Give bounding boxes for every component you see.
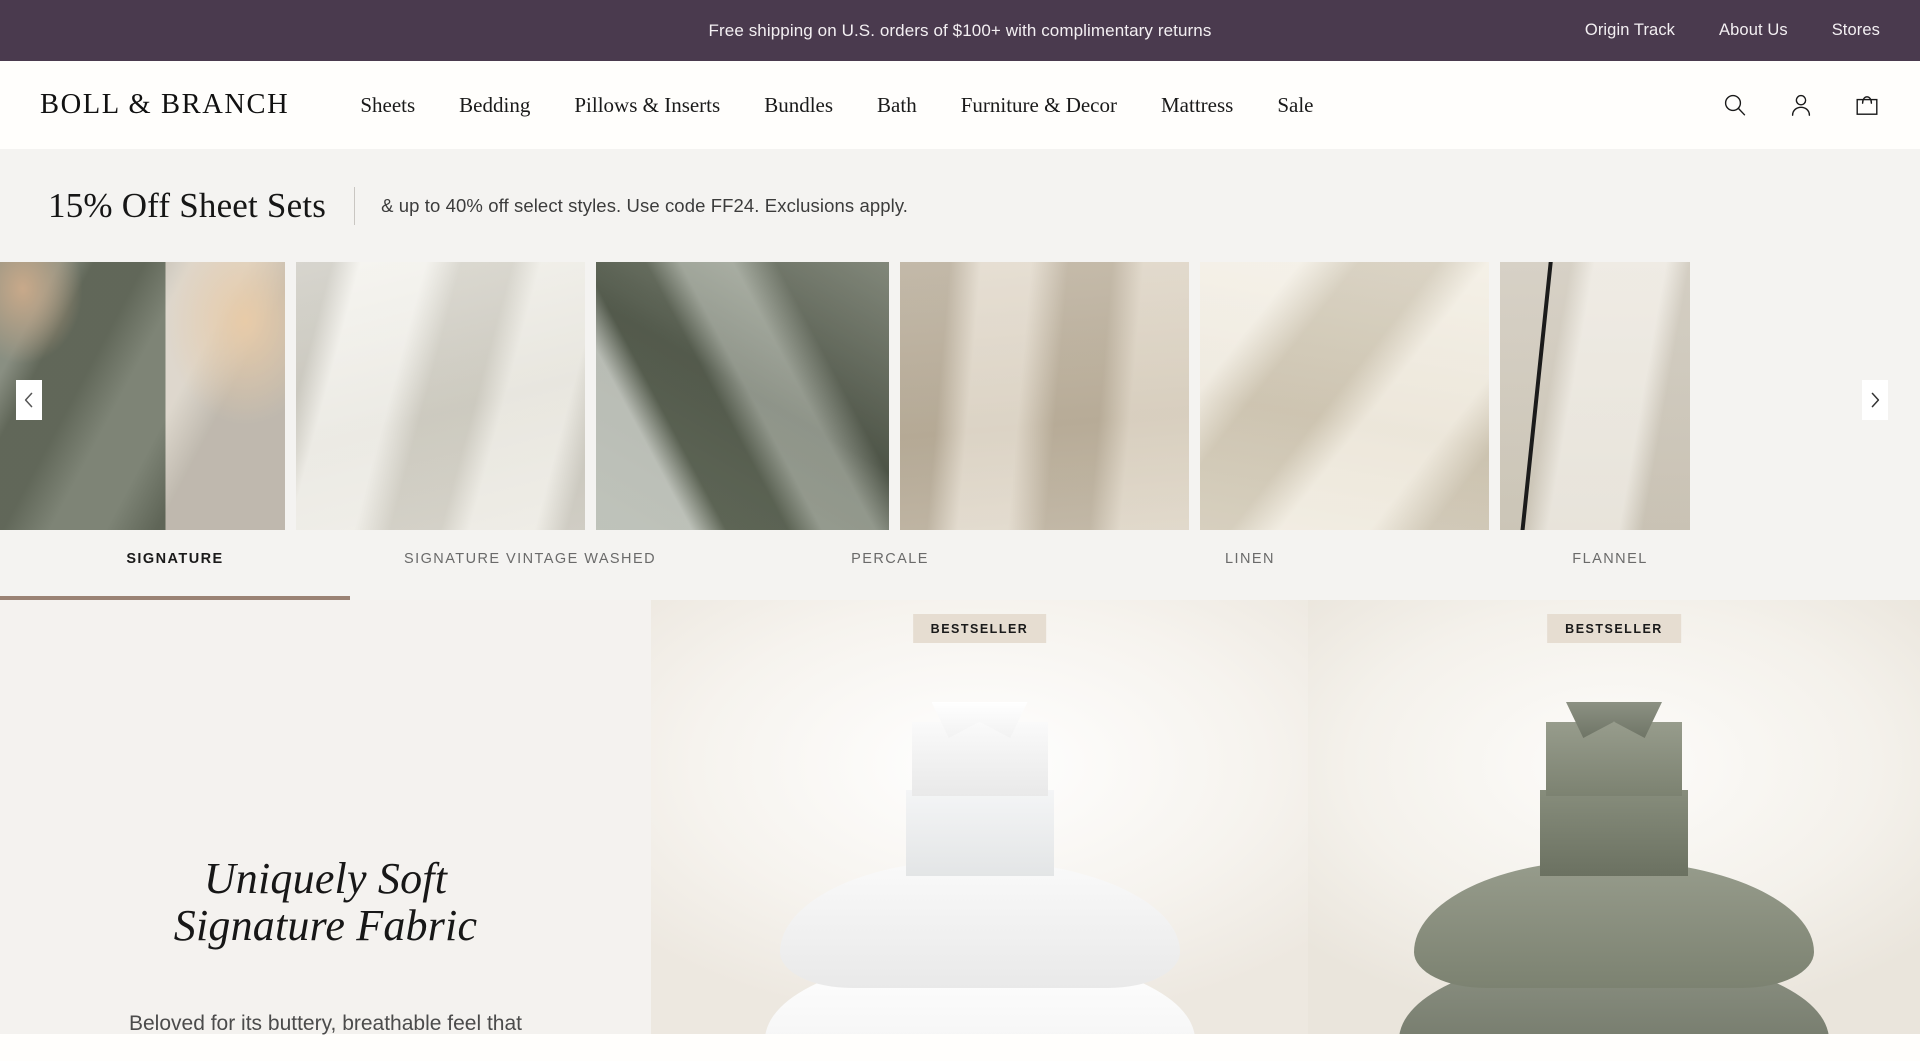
- link-stores[interactable]: Stores: [1832, 21, 1880, 40]
- next-fabric-image: [1500, 262, 1690, 530]
- product-card-sage-sheet-set[interactable]: BESTSELLER: [1308, 600, 1920, 1034]
- announcement-message: Free shipping on U.S. orders of $100+ wi…: [708, 20, 1212, 40]
- promo-banner: 15% Off Sheet Sets & up to 40% off selec…: [0, 149, 1920, 262]
- carousel-tile-signature-vintage-washed[interactable]: [296, 262, 585, 530]
- feature-section: Uniquely Soft Signature Fabric Beloved f…: [0, 600, 1920, 1035]
- feature-body-text: Beloved for its buttery, breathable feel…: [128, 1012, 522, 1035]
- carousel-tile-next-preview[interactable]: [1500, 262, 1690, 530]
- carousel-prev-button[interactable]: [16, 380, 42, 420]
- tab-percale[interactable]: PERCALE: [710, 538, 1070, 600]
- tab-signature[interactable]: SIGNATURE: [0, 538, 350, 600]
- feature-title: Uniquely Soft Signature Fabric: [0, 854, 651, 950]
- carousel-tile-signature[interactable]: [0, 262, 285, 530]
- flannel-fabric-image: [1200, 262, 1489, 530]
- linen-fabric-image: [900, 262, 1189, 530]
- white-sheet-set-photo: [651, 600, 1308, 1034]
- carousel-tile-linen[interactable]: [900, 262, 1189, 530]
- tab-linen-label: LINEN: [1225, 551, 1275, 567]
- folded-sheet-lower: [905, 790, 1054, 876]
- tab-flannel-label: FLANNEL: [1572, 551, 1648, 567]
- promo-subtext: & up to 40% off select styles. Use code …: [381, 194, 909, 216]
- tab-signature-vintage-washed[interactable]: SIGNATURE VINTAGE WASHED: [350, 538, 710, 600]
- product-card-white-sheet-set[interactable]: BESTSELLER: [651, 600, 1308, 1034]
- category-carousel: [0, 262, 1920, 538]
- promo-divider: [354, 186, 356, 225]
- promo-headline: 15% Off Sheet Sets: [48, 185, 327, 225]
- tab-linen[interactable]: LINEN: [1070, 538, 1430, 600]
- feature-title-line1: Uniquely Soft: [203, 854, 448, 903]
- fabric-tabs: SIGNATURE SIGNATURE VINTAGE WASHED PERCA…: [0, 538, 1920, 600]
- nav-item-pillows-inserts[interactable]: Pillows & Inserts: [552, 94, 742, 116]
- sage-sheet-set-photo: [1308, 600, 1920, 1034]
- pillow-top-shape: [1414, 860, 1814, 988]
- folded-sheet-upper: [911, 722, 1048, 796]
- header-icon-group: [1722, 61, 1880, 149]
- main-navigation: Sheets Bedding Pillows & Inserts Bundles…: [338, 94, 1335, 116]
- announcement-links: Origin Track About Us Stores: [1585, 0, 1880, 61]
- link-origin-track[interactable]: Origin Track: [1585, 21, 1675, 40]
- percale-fabric-image: [596, 262, 889, 530]
- signature-fabric-image: [0, 262, 285, 530]
- carousel-track: [0, 262, 1920, 530]
- status-badge-bestseller: BESTSELLER: [912, 614, 1047, 643]
- nav-item-sheets[interactable]: Sheets: [338, 94, 437, 116]
- tab-signature-vintage-washed-label: SIGNATURE VINTAGE WASHED: [403, 551, 657, 567]
- folded-sheet-lower: [1540, 790, 1688, 876]
- nav-item-bedding[interactable]: Bedding: [437, 94, 552, 116]
- nav-item-bath[interactable]: Bath: [855, 94, 939, 116]
- announcement-bar: Free shipping on U.S. orders of $100+ wi…: [0, 0, 1920, 61]
- carousel-tile-percale[interactable]: [596, 262, 889, 530]
- status-badge-bestseller: BESTSELLER: [1547, 614, 1681, 643]
- nav-item-bundles[interactable]: Bundles: [742, 94, 855, 116]
- link-about-us[interactable]: About Us: [1719, 21, 1788, 40]
- nav-item-furniture-decor[interactable]: Furniture & Decor: [939, 94, 1139, 116]
- nav-item-sale[interactable]: Sale: [1255, 94, 1335, 116]
- feature-copy-panel: Uniquely Soft Signature Fabric Beloved f…: [0, 600, 651, 1035]
- search-icon[interactable]: [1722, 92, 1748, 118]
- bag-icon[interactable]: [1854, 92, 1880, 118]
- site-logo[interactable]: BOLL & BRANCH: [40, 90, 289, 120]
- folded-sheet-upper: [1546, 722, 1682, 796]
- carousel-tile-flannel[interactable]: [1200, 262, 1489, 530]
- carousel-next-button[interactable]: [1862, 380, 1888, 420]
- vintage-washed-fabric-image: [296, 262, 585, 530]
- site-header: BOLL & BRANCH Sheets Bedding Pillows & I…: [0, 61, 1920, 149]
- nav-item-mattress[interactable]: Mattress: [1139, 94, 1255, 116]
- feature-title-line2: Signature Fabric: [173, 900, 478, 950]
- tab-signature-label: SIGNATURE: [126, 551, 224, 567]
- tab-flannel[interactable]: FLANNEL: [1430, 538, 1790, 600]
- tab-percale-label: PERCALE: [851, 551, 929, 567]
- account-icon[interactable]: [1788, 92, 1814, 118]
- pillow-top-shape: [779, 860, 1180, 988]
